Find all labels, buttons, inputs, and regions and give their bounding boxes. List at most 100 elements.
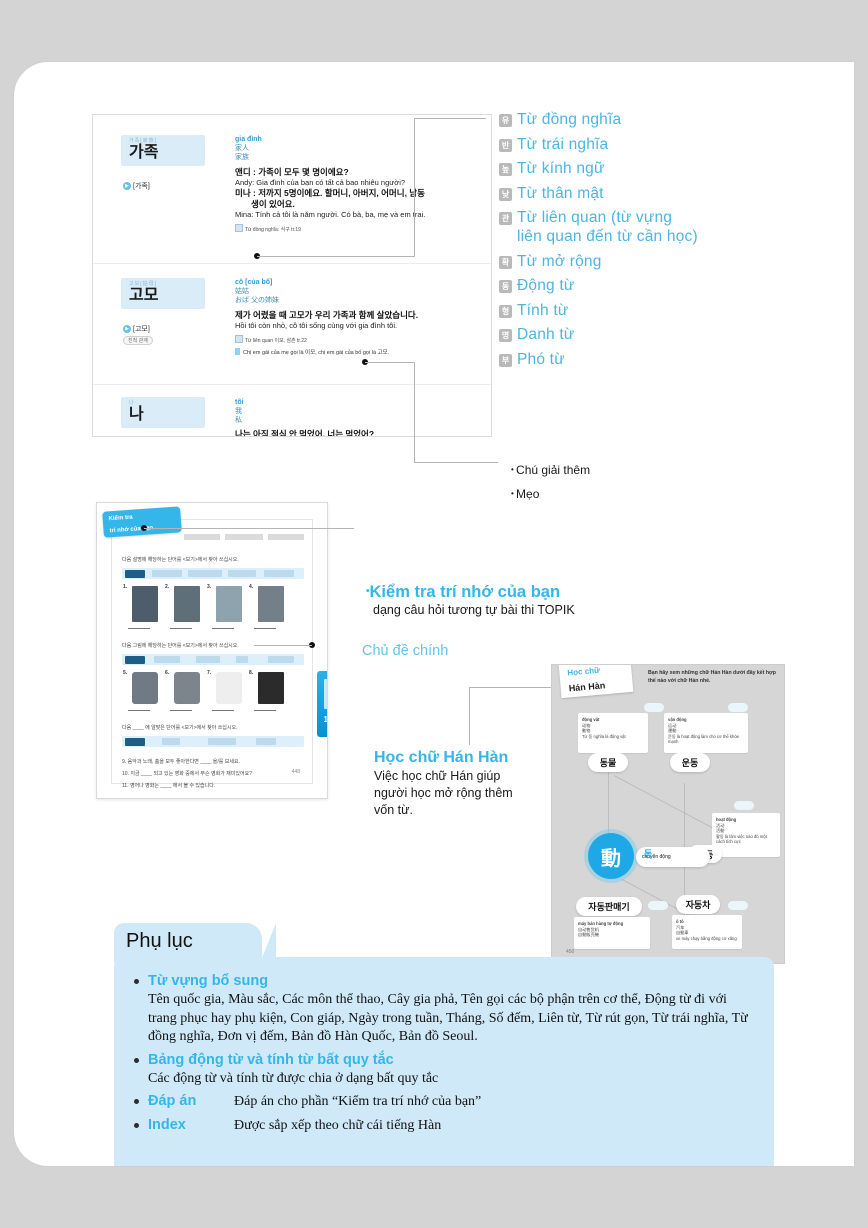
headword-text: 가족 xyxy=(129,144,159,161)
textbook-item-number: 8. xyxy=(249,670,254,676)
legend-label: Từ trái nghĩa xyxy=(517,135,609,153)
hanja-connector xyxy=(613,775,714,829)
appendix-item-vocabulary: Từ vựng bổ sung Tên quốc gia, Màu sắc, C… xyxy=(134,971,752,1047)
hanja-diagram-page: Bạn hãy xem những chữ Hán Hàn dưới đây k… xyxy=(551,664,785,964)
memory-test-badge: Kiểm tra trí nhớ của bạn xyxy=(102,506,182,538)
page-card: 가족[家族] 가족 ▶ [가족] gia đình 家人 家族 앤디 : 가족이 … xyxy=(14,62,854,1166)
textbook-page-inner: 다음 설명에 해당하는 단어를 <보기>에서 찾아 쓰십시오. 1. 2. 3.… xyxy=(111,519,313,789)
hanja-node-jadongpanmaegi: 자동판매기 xyxy=(576,897,642,916)
callout-memory-test: •Kiểm tra trí nhớ của bạn dạng câu hỏi t… xyxy=(366,582,666,619)
callout-title: Học chữ Hán Hàn xyxy=(374,749,509,766)
gloss-vn: hoạt động xyxy=(716,817,737,822)
legend-item-adjective: 형 Tính từ xyxy=(499,301,799,320)
legend-item-adverb: 부 Phó từ xyxy=(499,350,799,369)
legend-item-noun: 명 Danh từ xyxy=(499,325,799,344)
meaning-ja: 家族 xyxy=(235,154,249,161)
appendix-item-irregular-table: Bảng động từ và tính từ bất quy tắc Các … xyxy=(134,1050,752,1089)
hanja-pill-label xyxy=(728,901,748,910)
dictionary-entry: 고모[姑母] 고모 ▶ [고모] 친척 관계 cô [của bố] 姑姑 おば … xyxy=(93,263,491,384)
legend-label: Từ mở rộng xyxy=(517,252,602,270)
gloss-vn: ô tô xyxy=(676,919,684,924)
appendix-item-head: Index xyxy=(148,1116,186,1133)
gloss-jp: 動物 xyxy=(582,728,591,734)
example-korean: 앤디 : 가족이 모두 몇 명이에요? xyxy=(235,167,349,177)
gloss-jp: 運動 xyxy=(668,728,677,734)
legend-item-honorific: 높 Từ kính ngữ xyxy=(499,159,799,178)
textbook-photo xyxy=(132,672,158,704)
textbook-photo xyxy=(216,672,242,704)
gloss-cn: 自动售货机 xyxy=(578,926,599,932)
headword-box: 나 나 xyxy=(121,397,205,428)
textbook-photo xyxy=(174,672,200,704)
legend-item-related: 관 Từ liên quan (từ vựng liên quan đến từ… xyxy=(499,208,799,246)
legend-label: Tính từ xyxy=(517,301,569,319)
headword-box: 가족[家族] 가족 xyxy=(121,135,205,166)
entry-body: tôi 我 私 나는 아직 점심 안 먹었어. 너는 먹었어? xyxy=(235,391,491,436)
cross-reference[interactable]: Từ liên quan 이모, 삼촌 tr.22 xyxy=(235,335,483,345)
informal-icon: 낮 xyxy=(499,187,512,201)
appendix-item-text: Được sắp xếp theo chữ cái tiếng Hàn xyxy=(234,1117,442,1133)
appendix-box: Phụ lục Từ vựng bổ sung Tên quốc gia, Mà… xyxy=(114,923,774,1166)
legend-label: Từ đồng nghĩa xyxy=(517,111,622,128)
note-annotation: Chú giải thêm xyxy=(511,458,590,482)
synonym-icon: 유 xyxy=(499,114,512,127)
bullet-icon xyxy=(134,1057,139,1063)
hanja-gloss-card: ô tô 汽车 自動車 xe máy chạy bằng động cơ xăn… xyxy=(672,915,742,949)
speaker-icon[interactable]: ▶ xyxy=(123,182,131,191)
gloss-cn: 运动 xyxy=(668,722,677,728)
hanja-gloss-card: máy bán hàng tự động 自动售货机 自動販売機 xyxy=(574,917,650,949)
appendix-item-index: Index Được sắp xếp theo chữ cái tiếng Hà… xyxy=(134,1115,752,1136)
extra-notes-list: Chú giải thêm Mẹo xyxy=(511,458,590,506)
legend-label-line2: liên quan đến từ cần học) xyxy=(517,228,698,245)
textbook-page-number: 448 xyxy=(291,769,300,775)
legend-item-verb: 동 Động từ xyxy=(499,276,799,295)
textbook-photo xyxy=(132,586,158,622)
legend-label: Danh từ xyxy=(517,326,575,343)
callout-hanja: Học chữ Hán Hàn Việc học chữ Hán giúp ng… xyxy=(374,747,554,819)
cross-reference[interactable]: Từ đồng nghĩa: 식구 tr.19 xyxy=(235,224,483,234)
gloss-cn: 汽车 xyxy=(676,924,685,930)
legend-label: Từ thân mật xyxy=(517,184,604,202)
hanja-pill-label xyxy=(644,703,664,712)
textbook-options-bar-1 xyxy=(122,568,304,579)
textbook-item-number: 6. xyxy=(165,670,170,676)
gloss-cn: 动物 xyxy=(582,722,591,728)
textbook-question-3: 다음 ____ 에 알맞은 단어를 <보기>에서 찾아 쓰십시오. xyxy=(122,725,238,731)
meaning-vi: tôi xyxy=(235,399,244,406)
textbook-options-bar-2 xyxy=(122,654,304,665)
adjective-icon: 형 xyxy=(499,304,512,318)
textbook-item-number: 2. xyxy=(165,584,170,590)
entry-body: cô [của bố] 姑姑 おば 父の姉妹 제가 어렸을 때 고모가 우리 가… xyxy=(235,270,491,357)
callout-subtitle: dạng câu hỏi tương tự bài thi TOPIK xyxy=(373,603,575,617)
gloss-note: Từ 동 nghĩa là động vật xyxy=(582,733,626,739)
related-icon: 관 xyxy=(499,212,512,225)
legend-item-antonym: 반 Từ trái nghĩa xyxy=(499,135,799,154)
hanja-gloss-card: động vật 动物 動物 Từ 동 nghĩa là động vật xyxy=(578,713,648,753)
legend-label: Từ liên quan (từ vựng liên quan đến từ c… xyxy=(517,208,698,246)
headword-text: 고모 xyxy=(129,287,159,304)
gloss-cn: 活动 xyxy=(716,822,725,828)
textbook-question-2: 다음 그림에 해당하는 단어를 <보기>에서 찾아 쓰십시오. xyxy=(122,643,239,649)
textbook-item: 11. 영어나 영화는 ____ 에서 볼 수 있습니다. xyxy=(122,783,216,789)
options-label-box xyxy=(125,655,145,664)
bullet-icon xyxy=(134,1099,139,1104)
callout-subtitle-line3: vốn từ. xyxy=(374,803,413,817)
category-chip: 친척 관계 xyxy=(123,336,153,345)
textbook-photo xyxy=(258,672,284,704)
textbook-item: 10. 지금 ____ 되고 있는 영화 중에서 무슨 영화가 재미있어요? xyxy=(122,771,252,777)
options-label-box xyxy=(125,569,145,578)
appendix-body: Từ vựng bổ sung Tên quốc gia, Màu sắc, C… xyxy=(114,957,774,1135)
appendix-item-head: Từ vựng bổ sung xyxy=(148,973,269,989)
noun-icon: 명 xyxy=(499,329,512,342)
callout-subtitle-line2: người học mở rộng thêm xyxy=(374,786,513,800)
appendix-item-head: Đáp án xyxy=(148,1093,197,1109)
hanja-center-character: 動 xyxy=(588,833,634,879)
gloss-note: 운동 là hoạt động làm cho cơ thể khỏe mạnh xyxy=(668,733,739,745)
meaning-cn: 姑姑 xyxy=(235,288,249,295)
hanja-corner-tag: Học chữ Hán Hàn xyxy=(558,665,634,699)
callout-subtitle-line1: Việc học chữ Hán giúp xyxy=(374,769,501,783)
honorific-icon: 높 xyxy=(499,163,512,176)
legend-label-line1: Từ liên quan (từ vựng xyxy=(517,209,673,226)
hanja-center-reading: 동 xyxy=(644,849,653,859)
speaker-icon[interactable]: ▶ xyxy=(123,325,131,334)
